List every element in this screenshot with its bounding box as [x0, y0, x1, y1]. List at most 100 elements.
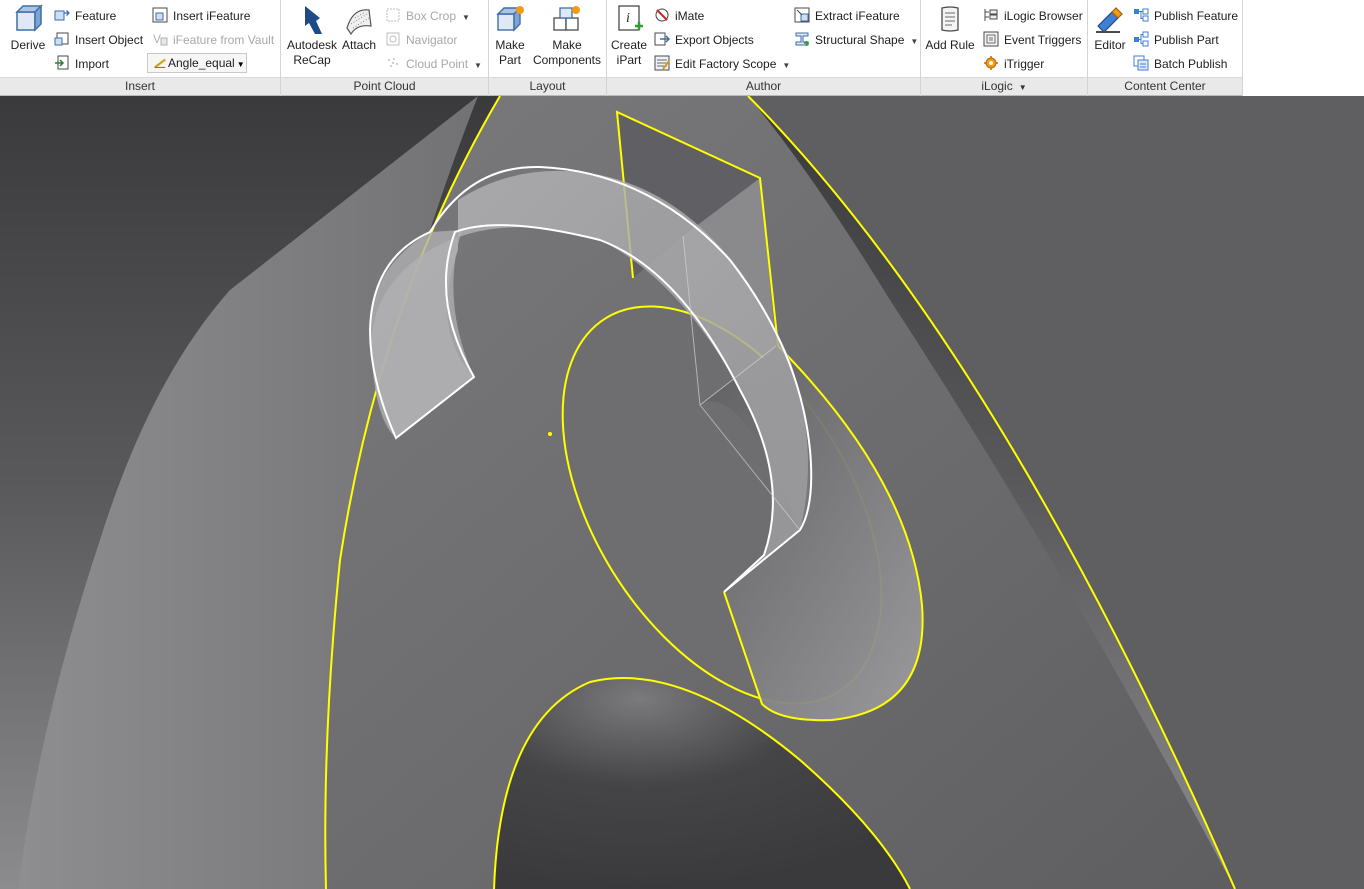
export-objects-label: Export Objects — [675, 33, 754, 47]
chevron-down-icon: ▼ — [782, 61, 791, 70]
make-components-icon — [553, 6, 580, 31]
publish-part-icon — [1134, 31, 1149, 47]
cloud-point-label: Cloud Point — [406, 57, 469, 71]
ilogic-browser-label: iLogic Browser — [1004, 9, 1083, 23]
publish-part-button[interactable]: Publish Part — [1133, 30, 1219, 50]
ilogic-browser-button[interactable]: iLogic Browser — [983, 6, 1083, 26]
chevron-down-icon: ▼ — [474, 61, 482, 70]
itrigger-button[interactable]: iTrigger — [983, 54, 1044, 74]
export-objects-icon — [654, 32, 670, 46]
make-components-label-line2: Components — [532, 53, 602, 67]
angle-icon — [154, 58, 166, 69]
recap-label-line2: ReCap — [293, 53, 331, 67]
imate-icon — [655, 8, 669, 22]
publish-feature-label: Publish Feature — [1154, 9, 1239, 23]
recap-icon — [305, 6, 322, 34]
structural-shape-icon — [795, 32, 809, 46]
insert-ifeature-button[interactable]: Insert iFeature — [152, 6, 250, 26]
derive-button[interactable]: Derive — [8, 4, 48, 53]
author-panel-label: Author — [607, 77, 920, 95]
point-cloud-panel: Autodesk ReCap Attach Box Crop ▼ Navigato… — [281, 0, 489, 96]
autodesk-recap-button[interactable]: Autodesk ReCap — [285, 4, 339, 68]
add-rule-icon — [941, 6, 959, 32]
add-rule-button[interactable]: Add Rule — [925, 4, 975, 53]
svg-text:i: i — [626, 11, 630, 26]
batch-publish-label: Batch Publish — [1154, 57, 1228, 71]
extract-ifeature-icon — [794, 7, 810, 23]
import-label: Import — [75, 57, 110, 71]
create-ipart-label-line1: Create — [610, 38, 648, 52]
svg-text:V: V — [153, 32, 161, 46]
ifeature-from-vault-button[interactable]: ViFeature from Vault — [152, 30, 274, 50]
publish-part-label: Publish Part — [1154, 33, 1219, 47]
feature-icon — [54, 10, 70, 21]
make-components-button[interactable]: Make Components — [531, 4, 603, 68]
structural-shape-label: Structural Shape — [815, 33, 905, 47]
insert-object-label: Insert Object — [75, 33, 144, 47]
publish-feature-button[interactable]: Publish Feature — [1133, 6, 1238, 26]
chevron-down-icon: ▼ — [910, 37, 919, 46]
make-part-label-line1: Make — [495, 38, 525, 52]
feature-button[interactable]: Feature — [54, 6, 116, 26]
editor-button[interactable]: Editor — [1090, 4, 1130, 53]
import-button[interactable]: Import — [54, 54, 109, 74]
layout-panel: Make Part Make Components Layout — [489, 0, 607, 96]
extract-ifeature-button[interactable]: Extract iFeature — [794, 6, 900, 26]
derive-icon — [15, 4, 43, 32]
content-center-panel: Editor Publish Feature Publish Part Batc… — [1088, 0, 1243, 96]
attach-button[interactable]: Attach — [339, 4, 379, 53]
navigator-button[interactable]: Navigator — [385, 30, 457, 50]
angle-combo[interactable]: Angle_equal ▼ — [147, 53, 247, 73]
chevron-down-icon: ▼ — [462, 13, 470, 22]
box-crop-label: Box Crop — [406, 9, 457, 23]
extract-ifeature-label: Extract iFeature — [815, 9, 900, 23]
event-triggers-icon — [983, 31, 999, 47]
imate-button[interactable]: iMate — [654, 6, 704, 26]
attach-label: Attach — [341, 38, 377, 52]
insert-object-icon — [54, 32, 69, 46]
point-cloud-panel-label: Point Cloud — [281, 77, 488, 95]
export-objects-button[interactable]: Export Objects — [654, 30, 754, 50]
create-ipart-label-line2: iPart — [616, 53, 642, 67]
editor-label: Editor — [1094, 38, 1126, 52]
ilogic-browser-icon — [984, 9, 998, 21]
layout-panel-label: Layout — [489, 77, 606, 95]
make-components-label-line1: Make — [552, 38, 582, 52]
feature-label: Feature — [75, 9, 117, 23]
structural-shape-button[interactable]: Structural Shape ▼ — [794, 30, 918, 50]
import-icon — [55, 55, 69, 70]
ifeature-from-vault-label: iFeature from Vault — [173, 33, 275, 47]
event-triggers-button[interactable]: Event Triggers — [983, 30, 1081, 50]
author-panel: i Create iPart iMate Export Objects Edit… — [607, 0, 921, 96]
make-part-button[interactable]: Make Part — [493, 4, 527, 68]
insert-panel-label: Insert — [0, 77, 280, 95]
ribbon-empty-area — [1243, 0, 1364, 96]
model-viewport[interactable] — [0, 96, 1364, 889]
insert-object-button[interactable]: Insert Object — [54, 30, 143, 50]
attach-icon — [346, 9, 372, 36]
batch-publish-icon — [1133, 55, 1149, 71]
angle-combo-value: Angle_equal — [168, 56, 235, 70]
cloud-point-button[interactable]: Cloud Point ▼ — [385, 54, 482, 74]
ribbon: Derive Feature Insert Object Import Inse… — [0, 0, 1364, 96]
batch-publish-button[interactable]: Batch Publish — [1133, 54, 1227, 74]
chevron-down-icon: ▼ — [236, 60, 245, 69]
editor-icon — [1096, 7, 1123, 33]
box-crop-button[interactable]: Box Crop ▼ — [385, 6, 470, 26]
vault-icon: V — [153, 32, 168, 46]
edit-factory-scope-label: Edit Factory Scope — [675, 57, 777, 71]
edit-factory-scope-icon — [654, 55, 670, 71]
make-part-icon — [496, 6, 524, 32]
ilogic-panel-label[interactable]: iLogic ▼ — [921, 77, 1087, 95]
itrigger-icon — [984, 56, 998, 70]
edit-factory-scope-button[interactable]: Edit Factory Scope ▼ — [654, 54, 790, 74]
sketch-point[interactable] — [548, 432, 552, 436]
cloud-point-icon — [388, 58, 398, 67]
event-triggers-label: Event Triggers — [1004, 33, 1082, 47]
derive-label: Derive — [10, 38, 46, 52]
navigator-icon — [386, 32, 400, 46]
publish-feature-icon — [1134, 8, 1149, 22]
make-part-label-line2: Part — [498, 53, 521, 67]
insert-ifeature-icon — [152, 7, 168, 23]
create-ipart-button[interactable]: i Create iPart — [609, 4, 649, 68]
